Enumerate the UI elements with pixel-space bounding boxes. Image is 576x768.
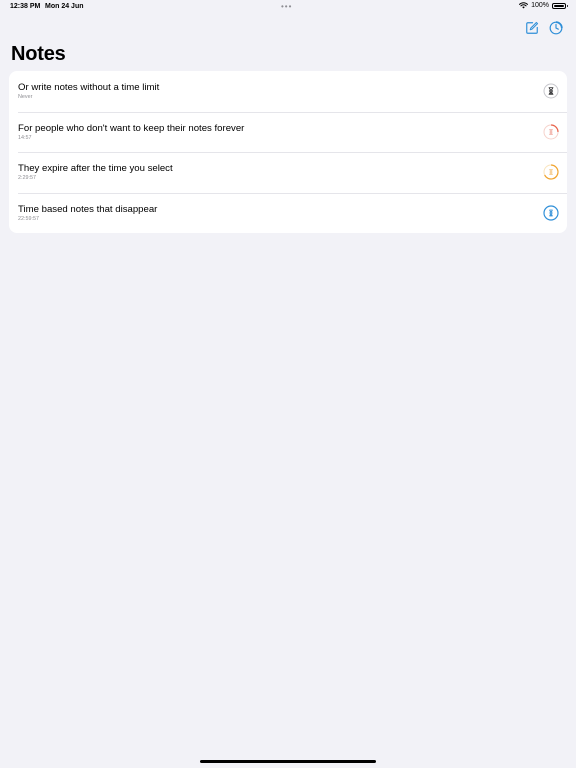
status-time: 12:38 PM bbox=[10, 3, 41, 10]
wifi-icon bbox=[519, 2, 529, 9]
timer-settings-icon bbox=[549, 21, 563, 35]
note-title: Or write notes without a time limit bbox=[18, 82, 160, 93]
nav-actions bbox=[524, 20, 564, 36]
note-expiry: 14:57 bbox=[18, 134, 32, 141]
timer-ring-icon bbox=[543, 204, 559, 221]
note-expiry: 2:29:57 bbox=[18, 175, 36, 181]
home-indicator[interactable] bbox=[200, 760, 376, 763]
hourglass-icon bbox=[543, 83, 559, 99]
settings-button[interactable] bbox=[548, 20, 564, 36]
note-expiry: Never bbox=[18, 94, 33, 100]
note-row[interactable]: For people who don't want to keep their … bbox=[9, 111, 567, 153]
note-title: For people who don't want to keep their … bbox=[18, 122, 245, 134]
page-title: Notes bbox=[11, 43, 66, 65]
status-right: 100% bbox=[519, 2, 568, 9]
status-date: Mon 24 Jun bbox=[45, 3, 84, 10]
note-row[interactable]: Or write notes without a time limit Neve… bbox=[9, 71, 567, 112]
status-bar: 12:38 PM Mon 24 Jun ••• 100% bbox=[0, 0, 576, 14]
timer-ring-icon bbox=[543, 123, 559, 139]
note-row[interactable]: They expire after the time you select 2:… bbox=[9, 152, 567, 193]
battery-percentage: 100% bbox=[531, 2, 549, 9]
battery-icon bbox=[552, 2, 568, 9]
multitasking-dots-icon[interactable]: ••• bbox=[281, 2, 292, 11]
compose-icon bbox=[526, 21, 539, 34]
notes-list: Or write notes without a time limit Neve… bbox=[9, 71, 567, 233]
note-title: They expire after the time you select bbox=[18, 163, 173, 174]
note-row[interactable]: Time based notes that disappear 22:59:57 bbox=[9, 192, 567, 234]
note-title: Time based notes that disappear bbox=[18, 203, 158, 215]
note-expiry: 22:59:57 bbox=[18, 215, 39, 222]
compose-button[interactable] bbox=[524, 20, 540, 36]
timer-ring-icon bbox=[543, 164, 559, 180]
